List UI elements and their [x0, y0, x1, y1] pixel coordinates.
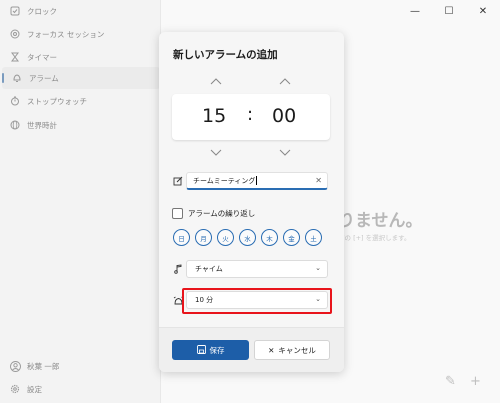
- sidebar-item-label: タイマー: [27, 52, 57, 62]
- cancel-button[interactable]: ✕ キャンセル: [254, 340, 330, 360]
- repeat-checkbox[interactable]: [172, 208, 183, 219]
- day-monday[interactable]: 月: [195, 229, 212, 246]
- weekday-selector: 日 月 火 水 木 金 土: [173, 229, 322, 246]
- sidebar-item-settings[interactable]: 設定: [0, 378, 158, 400]
- user-account[interactable]: 秋葉 一郎: [0, 355, 158, 377]
- text-caret: [256, 176, 258, 185]
- edit-icon[interactable]: ✎: [445, 374, 456, 389]
- hourglass-icon: [9, 51, 21, 63]
- day-saturday[interactable]: 土: [305, 229, 322, 246]
- avatar: [9, 360, 21, 372]
- empty-state-subtitle: 下の [+] を選択します。: [338, 234, 411, 242]
- globe-icon: [9, 119, 21, 131]
- cancel-label: キャンセル: [278, 345, 316, 355]
- user-name: 秋葉 一郎: [27, 361, 60, 371]
- clear-icon[interactable]: ✕: [315, 176, 322, 185]
- sidebar-item-focus[interactable]: フォーカス セッション: [0, 23, 158, 45]
- sidebar-item-label: ストップウォッチ: [27, 96, 87, 106]
- close-button[interactable]: ✕: [466, 0, 500, 22]
- window-controls: — ☐ ✕: [398, 0, 500, 22]
- music-note-icon: [172, 263, 184, 275]
- sound-select[interactable]: チャイム ⌄: [186, 260, 328, 278]
- empty-state-title: りません。: [338, 211, 423, 231]
- gear-icon: [9, 383, 21, 395]
- minute-up-chevron-icon[interactable]: [278, 76, 292, 86]
- focus-icon: [9, 28, 21, 40]
- sidebar-item-stopwatch[interactable]: ストップウォッチ: [0, 90, 158, 112]
- hour-up-chevron-icon[interactable]: [209, 76, 223, 86]
- add-alarm-dialog: 新しいアラームの追加 15 : 00 チームミーティング ✕ アラームの繰り返し…: [159, 32, 344, 372]
- minute-value[interactable]: 00: [272, 105, 296, 127]
- clock-icon: [9, 5, 21, 17]
- dialog-footer: 保存 ✕ キャンセル: [159, 327, 344, 372]
- alarm-name-input[interactable]: チームミーティング ✕: [186, 172, 328, 190]
- dialog-title: 新しいアラームの追加: [173, 49, 278, 61]
- day-tuesday[interactable]: 火: [217, 229, 234, 246]
- sidebar-item-alarm[interactable]: アラーム: [2, 67, 160, 89]
- repeat-label: アラームの繰り返し: [188, 209, 256, 218]
- time-picker: 15 : 00: [172, 94, 330, 140]
- hour-down-chevron-icon[interactable]: [209, 147, 223, 157]
- save-label: 保存: [209, 345, 225, 355]
- save-icon: [196, 344, 206, 356]
- maximize-button[interactable]: ☐: [432, 0, 466, 22]
- minute-down-chevron-icon[interactable]: [278, 147, 292, 157]
- day-sunday[interactable]: 日: [173, 229, 190, 246]
- add-icon[interactable]: +: [470, 374, 481, 389]
- sidebar-item-label: アラーム: [29, 73, 59, 83]
- time-separator: :: [247, 104, 254, 125]
- close-icon: ✕: [268, 345, 275, 355]
- sidebar-item-label: フォーカス セッション: [27, 29, 105, 39]
- minimize-button[interactable]: —: [398, 0, 432, 22]
- save-button[interactable]: 保存: [172, 340, 249, 360]
- day-friday[interactable]: 金: [283, 229, 300, 246]
- sidebar: クロック フォーカス セッション タイマー アラーム ストップウォッチ 世界時計: [0, 0, 160, 403]
- sidebar-item-label: 世界時計: [27, 120, 57, 130]
- hour-value[interactable]: 15: [202, 105, 226, 127]
- sidebar-item-label: 設定: [27, 384, 42, 394]
- stopwatch-icon: [9, 95, 21, 107]
- bell-icon: [11, 72, 23, 84]
- highlight-annotation: [182, 288, 332, 314]
- sidebar-item-label: クロック: [27, 6, 57, 16]
- day-wednesday[interactable]: 水: [239, 229, 256, 246]
- alarm-name-value: チームミーティング: [193, 176, 256, 185]
- sidebar-item-clock[interactable]: クロック: [0, 0, 158, 22]
- sidebar-item-world-clock[interactable]: 世界時計: [0, 114, 158, 136]
- sidebar-item-timer[interactable]: タイマー: [0, 46, 158, 68]
- day-thursday[interactable]: 木: [261, 229, 278, 246]
- chevron-down-icon: ⌄: [315, 264, 321, 272]
- fab-area: ✎ +: [438, 370, 488, 392]
- edit-icon: [172, 175, 184, 187]
- sound-value: チャイム: [195, 265, 223, 273]
